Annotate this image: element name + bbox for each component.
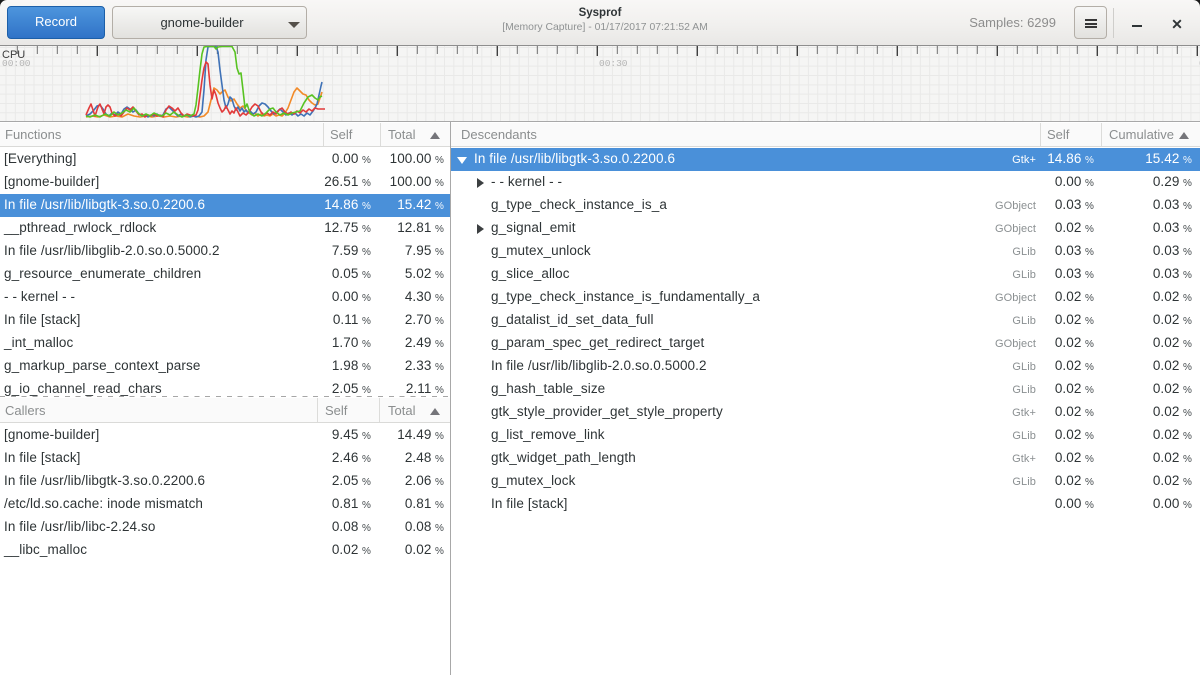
svg-text:00:30: 00:30 (599, 58, 628, 69)
svg-text:00:00: 00:00 (2, 58, 31, 69)
